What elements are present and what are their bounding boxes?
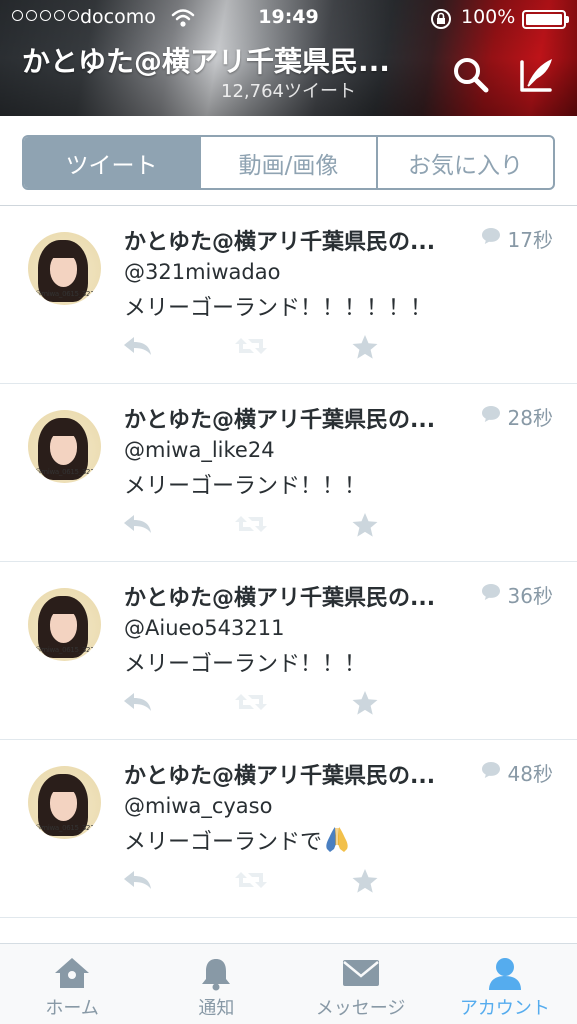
tweet-row[interactable]: @miwa_0615_321 かとゆた@横アリ千葉県民の... 48秒 @miw… [0, 740, 577, 918]
star-icon [352, 335, 378, 359]
tweet-author-name[interactable]: かとゆた@横アリ千葉県民の... [124, 224, 474, 256]
timeline: @miwa_0615_321 かとゆた@横アリ千葉県民の... 17秒 @321… [0, 206, 577, 918]
favorite-button[interactable] [351, 512, 383, 537]
bell-icon [198, 956, 234, 996]
conversation-icon [481, 583, 501, 605]
battery-icon [522, 10, 569, 29]
tab-account-label: アカウント [459, 998, 550, 1019]
search-button[interactable] [450, 54, 492, 96]
tweet-text-body: メリーゴーランドで [124, 830, 323, 855]
star-icon [352, 513, 378, 537]
person-icon [486, 956, 524, 996]
reply-icon [124, 515, 151, 533]
favorite-button[interactable] [351, 334, 383, 359]
segment-bar: ツイート 動画/画像 お気に入り [0, 116, 577, 206]
retweet-icon [235, 516, 267, 532]
segment-favorites[interactable]: お気に入り [376, 137, 553, 188]
tweet-text: メリーゴーランド！！！！！！ [124, 290, 432, 322]
conversation-icon [481, 405, 501, 427]
tweet-mention[interactable]: @321miwadao [124, 260, 280, 284]
avatar-watermark: @miwa_0615_321 [34, 290, 95, 298]
home-icon [53, 956, 91, 994]
tweet-row[interactable]: @miwa_0615_321 かとゆた@横アリ千葉県民の... 36秒 @Aiu… [0, 562, 577, 740]
segment-tweets[interactable]: ツイート [24, 137, 199, 188]
tab-messages-label: メッセージ [315, 998, 406, 1019]
tweet-text-body: メリーゴーランド！！！！！！ [124, 296, 433, 321]
retweet-icon [235, 338, 267, 354]
tweet-text: メリーゴーランド！！！ [124, 468, 366, 500]
tweet-mention[interactable]: @miwa_cyaso [124, 794, 272, 818]
tab-notifications[interactable]: 通知 [144, 944, 288, 1024]
tweet-timestamp: 28秒 [507, 406, 553, 430]
rotation-lock-icon [430, 8, 452, 35]
reply-icon [124, 871, 151, 889]
star-icon [352, 691, 378, 715]
tab-home[interactable]: ホーム [0, 944, 144, 1024]
tweet-author-name[interactable]: かとゆた@横アリ千葉県民の... [124, 758, 474, 790]
tweet-timestamp: 48秒 [507, 762, 553, 786]
retweet-icon [235, 694, 267, 710]
tweet-text-body: メリーゴーランド！！！ [124, 652, 367, 677]
tweet-text-body: メリーゴーランド！！！ [124, 474, 367, 499]
compose-tweet-button[interactable] [516, 54, 558, 96]
tab-account[interactable]: アカウント [433, 944, 577, 1024]
folded-hands-emoji-icon [324, 825, 350, 859]
retweet-button[interactable] [234, 512, 267, 536]
segmented-control: ツイート 動画/画像 お気に入り [22, 135, 555, 190]
reply-icon [124, 693, 151, 711]
tweet-author-name[interactable]: かとゆた@横アリ千葉県民の... [124, 402, 474, 434]
reply-button[interactable] [122, 868, 154, 892]
tweet-mention[interactable]: @Aiueo543211 [124, 616, 284, 640]
avatar-watermark: @miwa_0615_321 [34, 468, 95, 476]
avatar[interactable]: @miwa_0615_321 [28, 588, 101, 661]
avatar[interactable]: @miwa_0615_321 [28, 766, 101, 839]
tweet-timestamp: 17秒 [507, 228, 553, 252]
star-icon [352, 869, 378, 893]
tweet-text: メリーゴーランド！！！ [124, 646, 366, 678]
retweet-button[interactable] [234, 334, 267, 358]
favorite-button[interactable] [351, 690, 383, 715]
battery-percent: 100% [461, 6, 516, 28]
retweet-button[interactable] [234, 690, 267, 714]
status-bar: docomo 19:49 100% [0, 0, 577, 38]
conversation-icon [481, 227, 501, 249]
tweet-mention[interactable]: @miwa_like24 [124, 438, 275, 462]
page-title: かとゆた@横アリ千葉県民... [22, 45, 390, 78]
reply-icon [124, 337, 151, 355]
avatar-watermark: @miwa_0615_321 [34, 824, 95, 832]
retweet-icon [235, 872, 267, 888]
tab-home-label: ホーム [45, 998, 99, 1019]
tweet-text: メリーゴーランドで [124, 824, 350, 859]
tweet-row[interactable]: @miwa_0615_321 かとゆた@横アリ千葉県民の... 17秒 @321… [0, 206, 577, 384]
segment-media[interactable]: 動画/画像 [199, 137, 376, 188]
tab-notifications-label: 通知 [198, 998, 235, 1019]
tab-bar: ホーム 通知 メッセージ アカウント [0, 943, 577, 1024]
avatar[interactable]: @miwa_0615_321 [28, 410, 101, 483]
tab-messages[interactable]: メッセージ [289, 944, 433, 1024]
avatar-watermark: @miwa_0615_321 [34, 646, 95, 654]
avatar[interactable]: @miwa_0615_321 [28, 232, 101, 305]
search-icon [454, 58, 489, 93]
compose-icon [520, 59, 552, 92]
retweet-button[interactable] [234, 868, 267, 892]
reply-button[interactable] [122, 334, 154, 358]
reply-button[interactable] [122, 690, 154, 714]
tweet-author-name[interactable]: かとゆた@横アリ千葉県民の... [124, 580, 474, 612]
tweet-row[interactable]: @miwa_0615_321 かとゆた@横アリ千葉県民の... 28秒 @miw… [0, 384, 577, 562]
envelope-icon [341, 956, 381, 994]
favorite-button[interactable] [351, 868, 383, 893]
profile-header: docomo 19:49 100% かとゆた@横アリ千葉県民... 12,764… [0, 0, 577, 116]
tweet-timestamp: 36秒 [507, 584, 553, 608]
reply-button[interactable] [122, 512, 154, 536]
conversation-icon [481, 761, 501, 783]
